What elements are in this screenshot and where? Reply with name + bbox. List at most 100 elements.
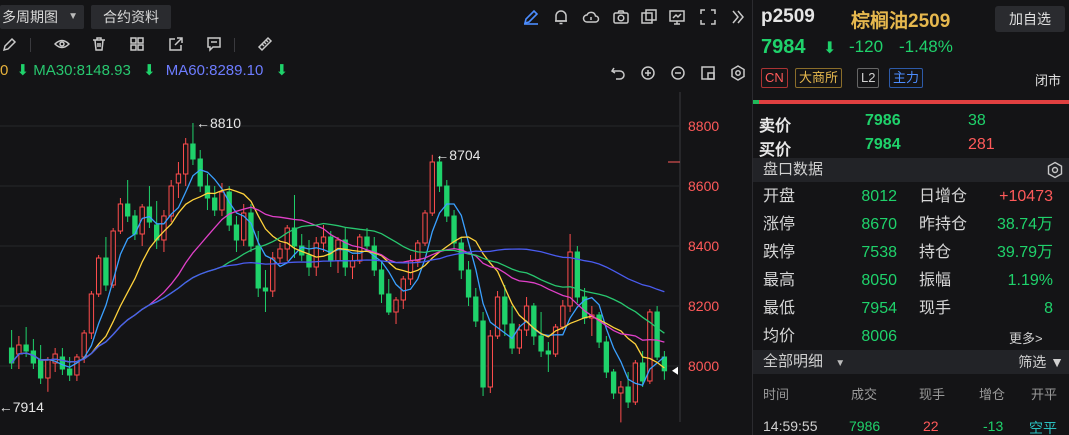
candle[interactable] (74, 354, 80, 381)
candle[interactable] (661, 351, 668, 380)
candle[interactable] (357, 234, 363, 264)
drawing-toolbar (0, 32, 300, 58)
market-status: 闭市 (1035, 73, 1062, 88)
candle[interactable] (139, 204, 145, 246)
candle[interactable] (103, 237, 109, 291)
monitor-icon[interactable] (666, 6, 688, 28)
candle[interactable] (610, 369, 617, 399)
candle[interactable] (183, 138, 189, 186)
price-change-percent: -1.48% (899, 37, 953, 56)
layers-icon[interactable] (638, 6, 660, 28)
limit-up-label: 涨停 (763, 216, 796, 233)
candle[interactable] (349, 255, 356, 279)
candle[interactable] (190, 123, 196, 165)
contract-info-button[interactable]: 合约资料 (91, 5, 171, 29)
multi-period-button[interactable]: 多周期图 ▼ (0, 5, 84, 29)
candle[interactable] (146, 186, 153, 228)
candle[interactable] (407, 255, 414, 285)
candle[interactable] (306, 240, 312, 276)
candle[interactable] (480, 312, 486, 396)
candle[interactable] (233, 216, 240, 252)
candle[interactable] (88, 291, 95, 339)
pencil-icon[interactable] (0, 34, 20, 54)
bell-icon[interactable] (550, 6, 572, 28)
filter-button[interactable]: 筛选 ▼ (1018, 350, 1064, 374)
expand-icon[interactable] (697, 6, 719, 28)
zoom-in-icon[interactable] (638, 63, 658, 83)
candle[interactable] (212, 186, 218, 216)
grid-icon[interactable] (127, 34, 147, 54)
detail-header[interactable]: 全部明细 ▼ 筛选 ▼ (753, 350, 1069, 374)
comment-icon[interactable] (204, 34, 224, 54)
candle[interactable] (335, 237, 341, 273)
last-price-marker (672, 366, 678, 375)
candle[interactable] (444, 180, 450, 222)
more-link[interactable]: 更多> (1009, 328, 1043, 347)
pencil-icon[interactable] (520, 6, 542, 28)
candle[interactable] (386, 279, 392, 315)
amplitude-value: 1.19% (1007, 272, 1053, 289)
candlestick-chart[interactable]: 8800 8600 8400 8200 8000 ←8810 ←8704 ←7914 7812… (0, 92, 752, 435)
trash-icon[interactable] (89, 34, 109, 54)
candle[interactable] (342, 228, 348, 276)
candle[interactable] (429, 154, 435, 216)
candle[interactable] (393, 297, 399, 324)
candle[interactable] (473, 288, 479, 327)
candle[interactable] (509, 306, 515, 354)
eye-icon[interactable] (52, 34, 72, 54)
candle[interactable] (487, 330, 493, 393)
low-annotation: ←7914 (0, 399, 44, 415)
candle[interactable] (66, 357, 73, 381)
external-icon[interactable] (166, 34, 186, 54)
candle[interactable] (545, 342, 552, 372)
candle[interactable] (552, 324, 559, 357)
candle[interactable] (618, 381, 624, 423)
zoom-out-icon[interactable] (668, 63, 688, 83)
candle[interactable] (596, 312, 602, 348)
divider (30, 38, 31, 52)
candle[interactable] (16, 336, 22, 369)
arrow-down-icon: ⬇ (143, 62, 156, 79)
candle[interactable] (589, 306, 595, 336)
ruler-icon[interactable] (255, 34, 275, 54)
candle[interactable] (364, 228, 370, 252)
detail-title: 全部明细 (763, 353, 824, 370)
gear-icon[interactable] (1046, 161, 1064, 179)
candle[interactable] (175, 162, 182, 198)
candle[interactable] (241, 204, 247, 246)
candle[interactable] (625, 372, 631, 408)
candle[interactable] (45, 357, 51, 392)
candle[interactable] (494, 291, 501, 339)
collapse-icon[interactable] (727, 6, 749, 28)
candle[interactable] (560, 300, 566, 330)
candle[interactable] (37, 345, 44, 384)
cloud-icon[interactable] (580, 6, 602, 28)
candle[interactable] (378, 261, 385, 303)
settings-icon[interactable] (728, 63, 748, 83)
multi-period-label: 多周期图 (2, 9, 58, 25)
candle[interactable] (8, 330, 15, 369)
y-tick-label: 8600 (688, 178, 719, 194)
candle[interactable] (465, 261, 472, 306)
candle[interactable] (523, 297, 530, 336)
candle[interactable] (531, 303, 537, 345)
candle[interactable] (654, 306, 660, 360)
add-watchlist-button[interactable]: 加自选 (995, 6, 1065, 32)
candle[interactable] (30, 339, 37, 369)
caret-down-icon[interactable]: ▼ (835, 358, 845, 369)
candle[interactable] (603, 336, 610, 378)
candle[interactable] (95, 255, 102, 297)
candle[interactable] (226, 186, 232, 231)
candle[interactable] (400, 276, 406, 309)
candle[interactable] (204, 174, 211, 210)
candle[interactable] (422, 210, 428, 246)
pankou-header[interactable]: 盘口数据 (753, 158, 1069, 182)
undo-icon[interactable] (608, 63, 628, 83)
candle[interactable] (59, 348, 66, 375)
oi-label: 持仓 (919, 244, 952, 261)
candle[interactable] (117, 198, 124, 234)
camera-icon[interactable] (610, 6, 632, 28)
candle[interactable] (458, 237, 464, 279)
fit-screen-icon[interactable] (698, 63, 718, 83)
candle[interactable] (574, 246, 581, 303)
